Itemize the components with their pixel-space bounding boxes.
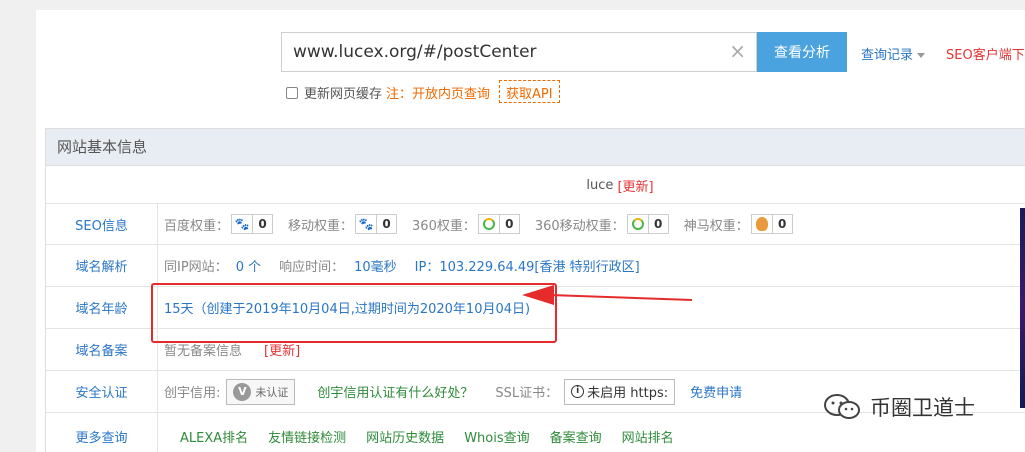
shenma-rank-value: 0 xyxy=(771,215,792,233)
search-box: × xyxy=(281,32,757,72)
friend-link-check-link[interactable]: 友情链接检测 xyxy=(268,427,346,446)
dns-content: 同IP网站： 0 个 响应时间： 10毫秒 IP：103.229.64.49[香… xyxy=(164,245,640,286)
360-rank-badge[interactable]: 0 xyxy=(477,214,520,234)
shenma-rank-label: 神马权重： xyxy=(683,218,749,234)
mobile-rank-badge[interactable]: 🐾 0 xyxy=(355,214,398,234)
same-ip-value[interactable]: 0 个 xyxy=(236,256,261,275)
more-query-label: 更多查询 xyxy=(46,413,158,452)
ssl-apply-link[interactable]: 免费申请 xyxy=(690,382,742,401)
360-mobile-rank-value: 0 xyxy=(647,215,668,233)
360-rank-label: 360权重： xyxy=(412,218,476,234)
seo-info-label: SEO信息 xyxy=(46,204,158,244)
ssl-badge-text: 未启用 https: xyxy=(587,386,669,401)
get-api-button[interactable]: 获取API xyxy=(499,80,560,103)
more-query-links: ALEXA排名 友情链接检测 网站历史数据 Whois查询 备案查询 网站排名 xyxy=(180,413,694,452)
seo-info-content: 百度权重： 🐾 0 移动权重： 🐾 0 360权重： 0 360移动权重： 0 神马… xyxy=(164,204,808,244)
ssl-label: SSL证书： xyxy=(495,386,559,401)
title-refresh-link[interactable]: [更新] xyxy=(617,176,653,195)
site-rank-link[interactable]: 网站排名 xyxy=(622,427,674,446)
baidu-paw-icon: 🐾 xyxy=(234,217,250,231)
domain-age-label: 域名年龄 xyxy=(46,287,158,328)
ssl-badge[interactable]: i 未启用 https: xyxy=(564,378,676,405)
credit-label: 创宇信用: xyxy=(164,386,221,401)
security-content: 创宇信用: V 未认证 创宇信用认证有什么好处？ SSL证书： i 未启用 http… xyxy=(164,371,742,412)
icp-query-link[interactable]: 备案查询 xyxy=(550,427,602,446)
site-title: luce xyxy=(586,177,614,193)
update-cache-checkbox[interactable] xyxy=(286,86,298,99)
annotation-highlight-box xyxy=(151,283,557,343)
site-title-row: luce [更新] xyxy=(46,167,1025,204)
baidu-rank-value: 0 xyxy=(252,215,272,233)
analyze-button[interactable]: 查看分析 xyxy=(757,32,847,72)
verified-v-icon: V xyxy=(233,382,252,401)
watermark-text: 币圈卫道士 xyxy=(870,396,975,420)
response-time-value: 10毫秒 xyxy=(354,260,397,275)
baidu-paw-icon: 🐾 xyxy=(358,217,374,231)
360-ring-icon xyxy=(482,218,495,230)
baidu-rank-label: 百度权重： xyxy=(164,218,230,234)
query-history-label: 查询记录 xyxy=(861,48,914,63)
seo-client-download-link[interactable]: SEO客户端下载 xyxy=(946,44,1025,63)
shenma-horse-icon xyxy=(755,217,768,231)
inner-page-note: 注：开放内页查询 xyxy=(386,87,491,102)
seo-info-row: SEO信息 百度权重： 🐾 0 移动权重： 🐾 0 360权重： 0 360移动权重… xyxy=(46,204,1025,245)
security-label: 安全认证 xyxy=(46,371,158,412)
update-cache-label: 更新网页缓存 xyxy=(304,87,383,102)
360-ring-icon xyxy=(631,218,644,230)
info-icon: i xyxy=(571,385,585,398)
credit-badge[interactable]: V 未认证 xyxy=(226,378,296,405)
search-options: 更新网页缓存 注：开放内页查询 xyxy=(286,83,490,102)
mobile-rank-value: 0 xyxy=(376,215,396,233)
alexa-rank-link[interactable]: ALEXA排名 xyxy=(180,427,248,446)
site-history-link[interactable]: 网站历史数据 xyxy=(366,427,444,446)
wechat-icon xyxy=(824,394,860,419)
watermark: 币圈卫道士 xyxy=(822,392,975,422)
whois-link[interactable]: Whois查询 xyxy=(464,427,529,446)
side-banner-image xyxy=(1020,208,1025,408)
clear-icon[interactable]: × xyxy=(729,41,746,61)
icp-label: 域名备案 xyxy=(46,329,158,370)
shenma-icon-wrap xyxy=(752,215,772,233)
credit-benefit-link[interactable]: 创宇信用认证有什么好处？ xyxy=(317,382,473,401)
credit-badge-text: 未认证 xyxy=(255,385,289,399)
360-mobile-rank-badge[interactable]: 0 xyxy=(626,214,669,234)
chevron-down-icon xyxy=(917,53,926,58)
dns-row: 域名解析 同IP网站： 0 个 响应时间： 10毫秒 IP：103.229.64… xyxy=(46,245,1025,287)
ip-address[interactable]: IP：103.229.64.49[香港 特别行政区] xyxy=(415,256,640,275)
same-ip-label: 同IP网站： xyxy=(164,260,228,275)
response-time-label: 响应时间： xyxy=(279,260,345,275)
shenma-rank-badge[interactable]: 0 xyxy=(750,214,793,234)
annotation-arrow-icon xyxy=(522,285,693,305)
baidu-rank-badge[interactable]: 🐾 0 xyxy=(231,214,274,234)
search-input[interactable] xyxy=(282,33,722,71)
mobile-rank-label: 移动权重： xyxy=(288,218,354,234)
360-ring-icon-wrap xyxy=(479,215,499,233)
query-history-dropdown[interactable]: 查询记录 xyxy=(861,44,926,63)
360-ring-icon-wrap xyxy=(628,215,648,233)
360-rank-value: 0 xyxy=(498,215,519,233)
dns-label: 域名解析 xyxy=(46,245,158,286)
panel-title: 网站基本信息 xyxy=(46,129,1025,166)
360-mobile-rank-label: 360移动权重： xyxy=(534,218,625,234)
